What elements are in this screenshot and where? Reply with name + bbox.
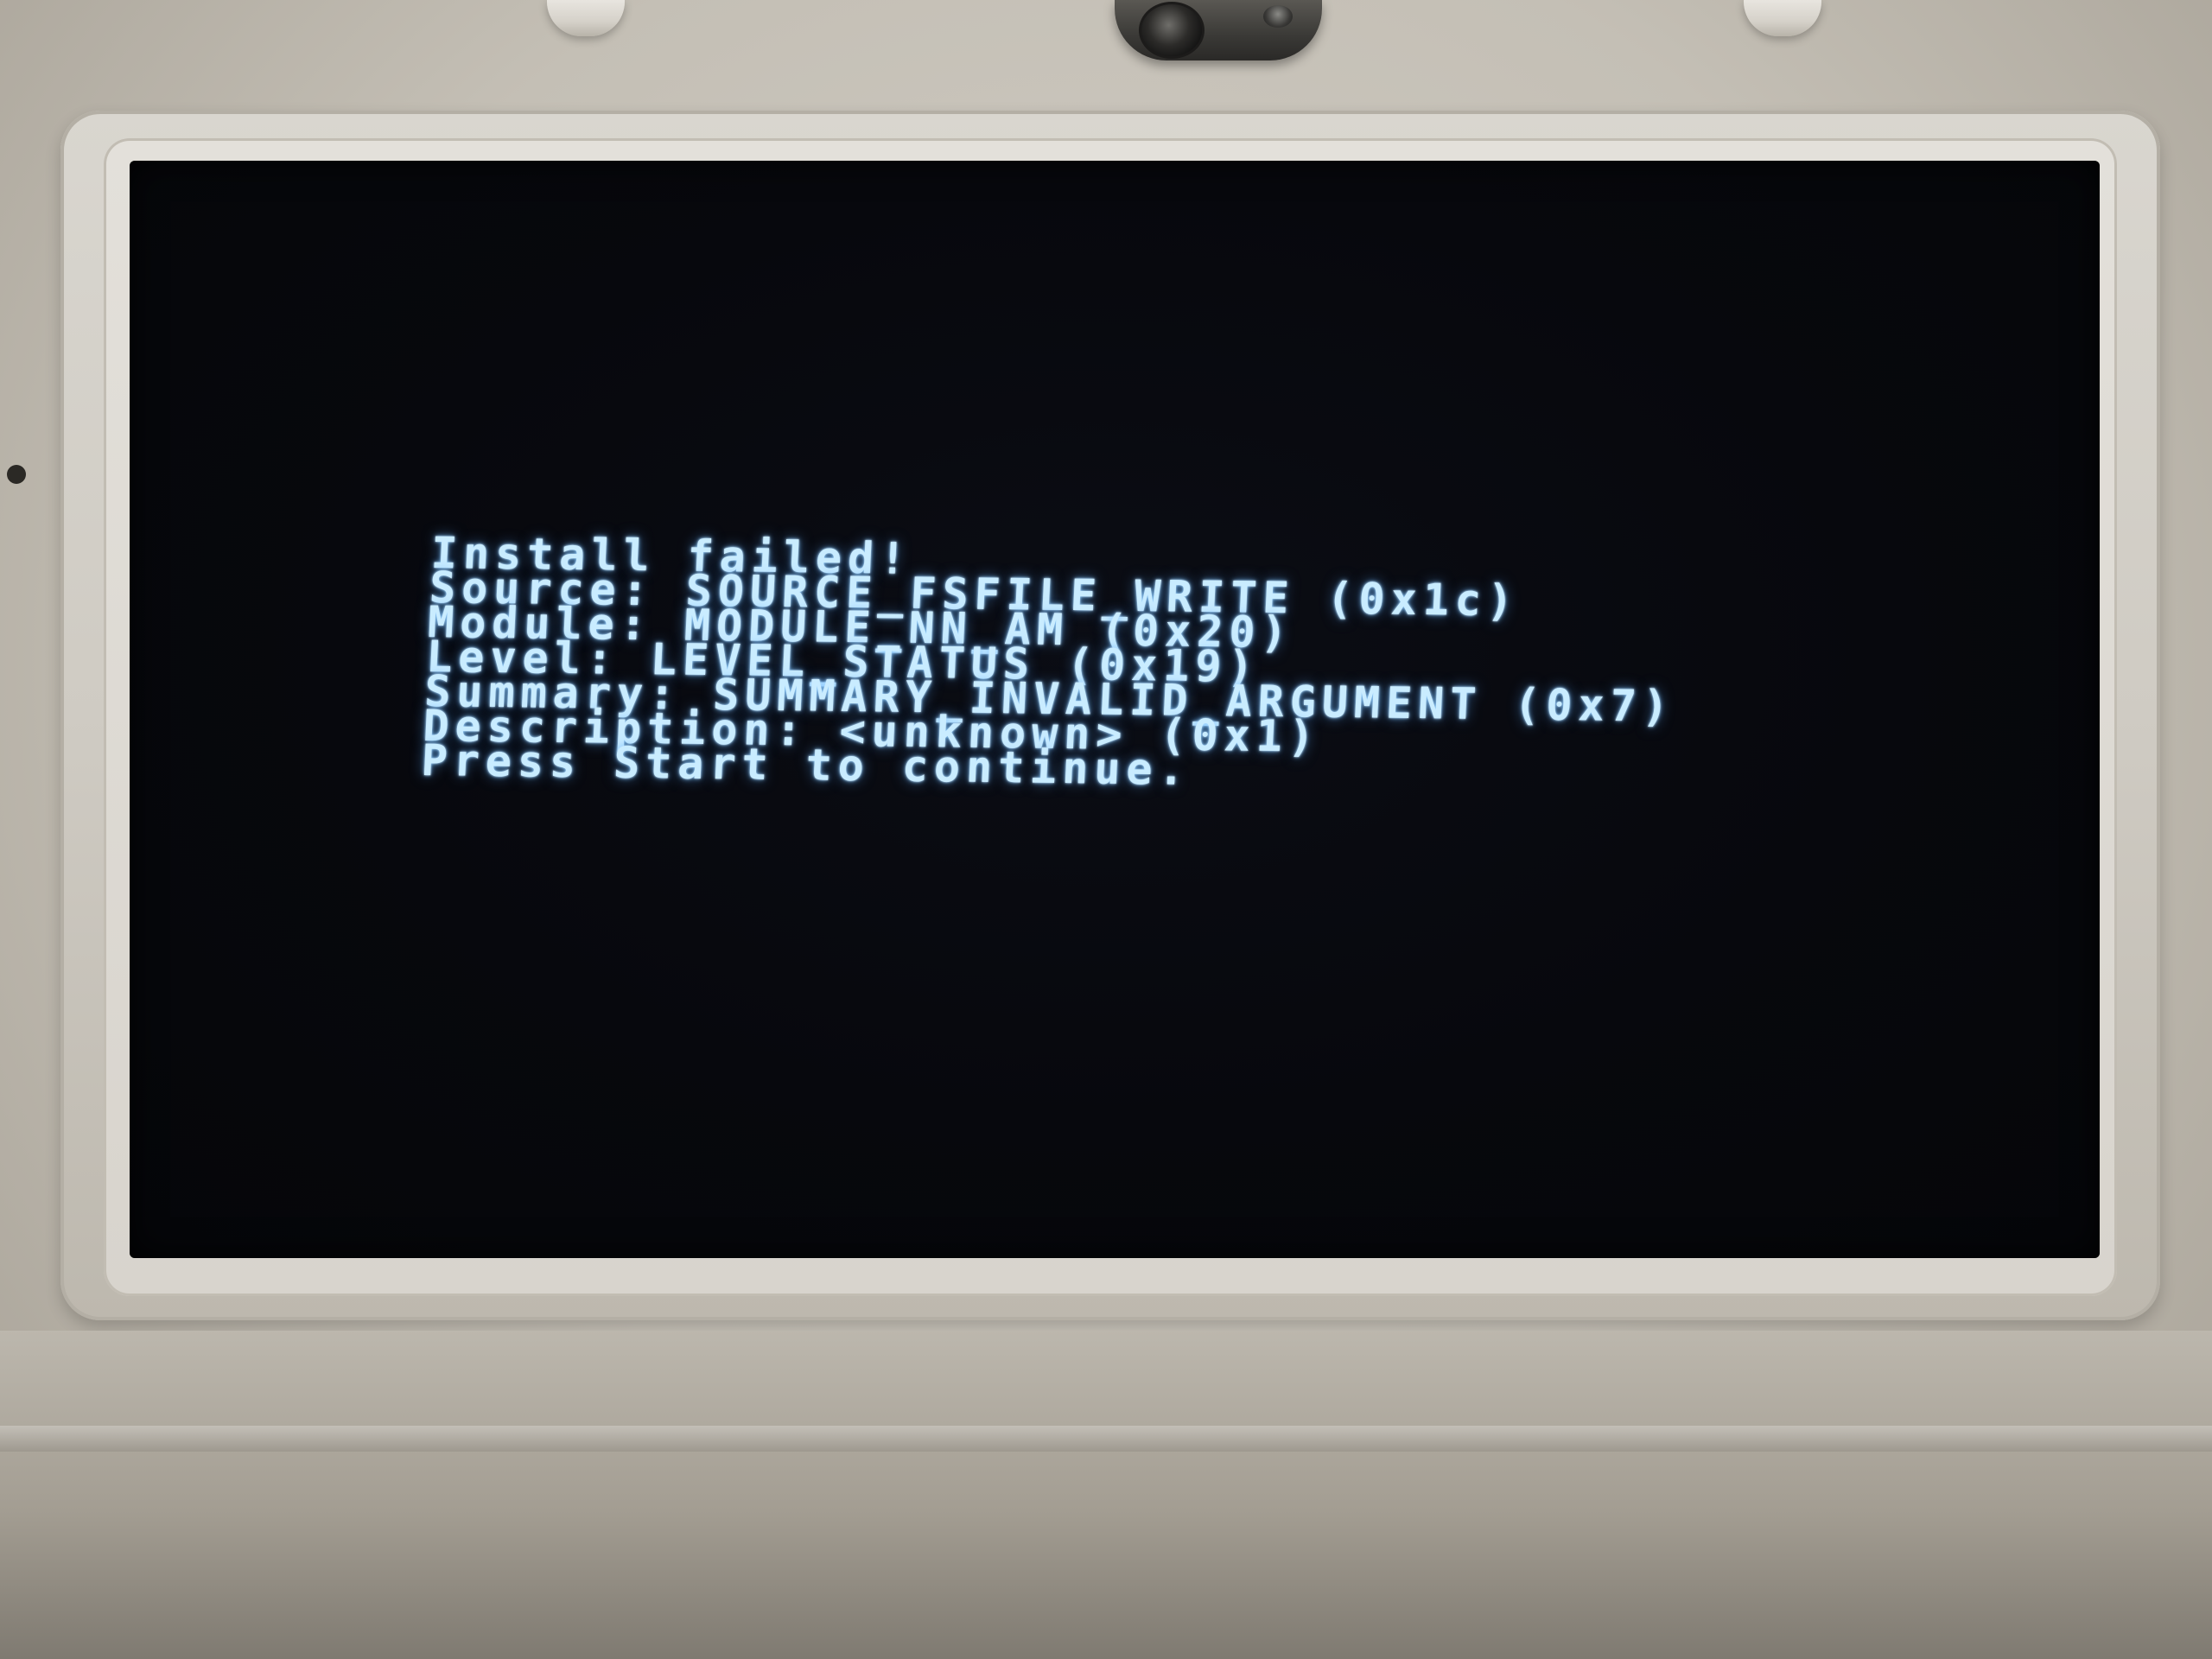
lower-body-ridge bbox=[0, 1426, 2212, 1452]
error-message-console: Install failed! Source: SOURCE_FSFILE_WR… bbox=[420, 528, 1681, 795]
lower-device-body bbox=[0, 1331, 2212, 1659]
lcd-screen: Install failed! Source: SOURCE_FSFILE_WR… bbox=[130, 161, 2100, 1258]
camera-indicator-icon bbox=[1263, 5, 1293, 28]
microphone-hole bbox=[7, 465, 26, 484]
camera-lens-icon bbox=[1139, 2, 1205, 59]
